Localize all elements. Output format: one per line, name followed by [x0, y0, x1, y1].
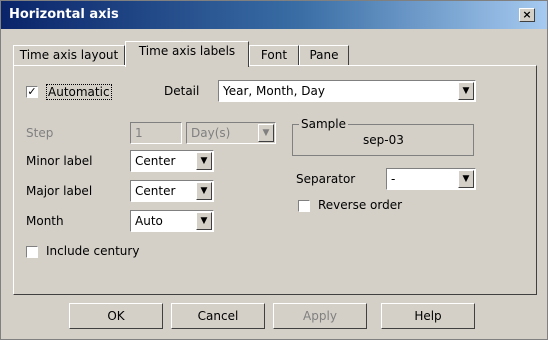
separator-select[interactable]: - ▼	[386, 168, 476, 190]
minor-label-label: Minor label	[26, 154, 93, 168]
sample-legend: Sample	[299, 117, 348, 131]
detail-label: Detail	[164, 84, 200, 98]
cancel-button[interactable]: Cancel	[171, 303, 265, 329]
step-value: 1	[135, 126, 143, 140]
month-label: Month	[26, 214, 64, 228]
step-unit-value: Day(s)	[191, 126, 231, 140]
tab-panel: ✓ Automatic Detail Year, Month, Day ▼ St…	[13, 65, 537, 295]
major-label-value: Center	[135, 184, 176, 198]
reverse-order-label: Reverse order	[318, 198, 403, 212]
major-label-select[interactable]: Center ▼	[130, 180, 214, 202]
horizontal-axis-dialog: Horizontal axis × Time axis layout Time …	[0, 0, 548, 340]
apply-button[interactable]: Apply	[273, 303, 367, 329]
separator-value: -	[391, 172, 396, 186]
reverse-order-checkbox[interactable]	[298, 200, 310, 212]
sample-group: Sample sep-03	[292, 117, 474, 156]
automatic-checkbox[interactable]: ✓	[26, 86, 38, 98]
automatic-label: Automatic	[46, 84, 112, 100]
detail-select[interactable]: Year, Month, Day ▼	[218, 80, 476, 102]
ok-button[interactable]: OK	[69, 303, 163, 329]
separator-label: Separator	[296, 172, 356, 186]
chevron-down-icon[interactable]: ▼	[458, 82, 474, 100]
tab-font[interactable]: Font	[249, 45, 299, 65]
detail-value: Year, Month, Day	[223, 84, 325, 98]
minor-label-value: Center	[135, 154, 176, 168]
step-label: Step	[26, 126, 54, 140]
chevron-down-icon: ▼	[258, 124, 274, 142]
month-value: Auto	[135, 214, 163, 228]
include-century-label: Include century	[46, 244, 140, 258]
chevron-down-icon[interactable]: ▼	[196, 152, 212, 170]
include-century-checkbox[interactable]	[26, 246, 38, 258]
tab-time-axis-layout[interactable]: Time axis layout	[13, 45, 125, 65]
step-unit-select: Day(s) ▼	[186, 122, 276, 144]
tab-time-axis-labels[interactable]: Time axis labels	[125, 41, 249, 67]
help-button[interactable]: Help	[381, 303, 475, 329]
title-bar: Horizontal axis ×	[1, 1, 547, 29]
sample-value: sep-03	[363, 133, 404, 147]
window-title: Horizontal axis	[9, 7, 119, 22]
chevron-down-icon[interactable]: ▼	[196, 212, 212, 230]
month-select[interactable]: Auto ▼	[130, 210, 214, 232]
step-input: 1	[130, 122, 182, 144]
chevron-down-icon[interactable]: ▼	[196, 182, 212, 200]
minor-label-select[interactable]: Center ▼	[130, 150, 214, 172]
chevron-down-icon[interactable]: ▼	[458, 170, 474, 188]
tab-pane[interactable]: Pane	[299, 45, 349, 65]
close-button[interactable]: ×	[519, 8, 535, 22]
major-label-label: Major label	[26, 184, 93, 198]
